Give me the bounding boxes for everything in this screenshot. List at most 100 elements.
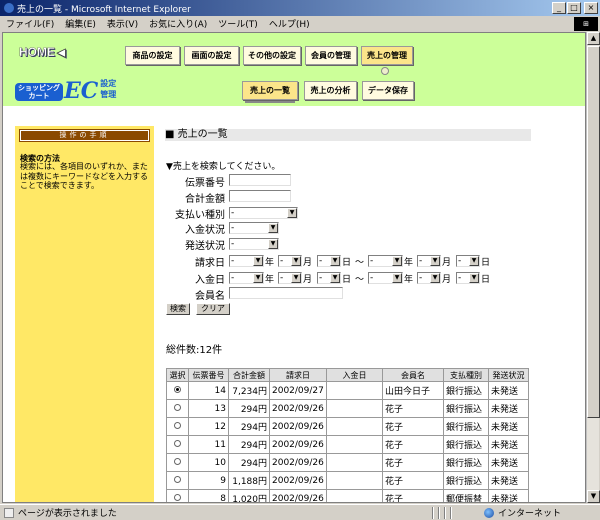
result-count: 総件数:12件 xyxy=(166,345,223,356)
scroll-thumb[interactable] xyxy=(587,46,600,418)
cell-select xyxy=(166,381,189,400)
subnav-sales-list[interactable]: 売上の一覧 xyxy=(242,81,298,100)
search-prompt: ▼売上を検索してください。 xyxy=(166,162,281,172)
chevron-down-icon: ▼ xyxy=(469,256,479,266)
chevron-down-icon: ▼ xyxy=(268,223,278,233)
col-billing: 請求日 xyxy=(269,368,327,382)
unit-month: 月 xyxy=(303,258,313,268)
cell-deposit xyxy=(326,399,383,418)
cell-slip: 13 xyxy=(188,399,229,418)
cell-deposit xyxy=(326,471,383,490)
cell-billing: 2002/09/26 xyxy=(269,435,327,454)
chevron-down-icon: ▼ xyxy=(287,208,297,218)
deposit-to-month-select[interactable]: - ▼ xyxy=(417,272,441,284)
unit-day: 日 xyxy=(342,258,352,268)
row-select-radio[interactable] xyxy=(174,457,181,465)
cell-billing: 2002/09/26 xyxy=(269,471,327,490)
menu-help[interactable]: ヘルプ(H) xyxy=(269,17,310,30)
nav-member-management[interactable]: 会員の管理 xyxy=(305,46,357,65)
menu-view[interactable]: 表示(V) xyxy=(107,17,138,30)
logo-sub-manage: 管理 xyxy=(100,90,117,99)
cell-select xyxy=(166,435,189,454)
cell-billing: 2002/09/26 xyxy=(269,417,327,436)
slip-number-input[interactable] xyxy=(229,174,291,186)
clear-button[interactable]: クリア xyxy=(196,303,230,315)
cell-slip: 8 xyxy=(188,489,229,502)
table-row: 13 294円 2002/09/26 花子 銀行振込 未発送 xyxy=(166,399,529,418)
cell-total: 294円 xyxy=(228,417,270,436)
member-name-input[interactable] xyxy=(229,287,343,299)
cell-payment: 銀行振込 xyxy=(443,381,489,400)
row-select-radio[interactable] xyxy=(174,403,181,411)
col-deposit: 入金日 xyxy=(326,368,383,382)
billing-to-day-select[interactable]: - ▼ xyxy=(456,255,480,267)
nav-screen-settings[interactable]: 画面の設定 xyxy=(184,46,239,65)
subnav-sales-analysis[interactable]: 売上の分析 xyxy=(304,81,357,100)
billing-from-year-select[interactable]: - ▼ xyxy=(229,255,264,267)
row-select-radio[interactable] xyxy=(174,421,181,429)
deposit-to-year-select[interactable]: - ▼ xyxy=(368,272,403,284)
deposit-from-year-select[interactable]: - ▼ xyxy=(229,272,264,284)
table-row: 9 1,188円 2002/09/26 花子 銀行振込 未発送 xyxy=(166,471,529,490)
label-billing-date: 請求日 xyxy=(195,258,225,269)
deposit-to-day-select[interactable]: - ▼ xyxy=(456,272,480,284)
billing-from-month-select[interactable]: - ▼ xyxy=(278,255,302,267)
deposit-from-day-select[interactable]: - ▼ xyxy=(317,272,341,284)
total-amount-input[interactable] xyxy=(229,190,291,202)
payment-type-select[interactable]: - ▼ xyxy=(229,207,298,219)
cell-payment: 郵便振替 xyxy=(443,489,489,502)
minimize-button[interactable]: _ xyxy=(552,2,566,14)
menu-favorites[interactable]: お気に入り(A) xyxy=(149,17,207,30)
search-button[interactable]: 検索 xyxy=(166,303,190,315)
home-button[interactable]: HOME ◀ xyxy=(19,45,66,59)
cell-status: 未発送 xyxy=(488,453,529,472)
label-shipping-status: 発送状況 xyxy=(185,241,225,252)
logo-ec: EC xyxy=(64,78,99,104)
chevron-down-icon: ▼ xyxy=(430,273,440,283)
row-select-radio[interactable] xyxy=(174,475,181,483)
label-slip-number: 伝票番号 xyxy=(185,178,225,189)
logo-sub-settings: 設定 xyxy=(100,79,117,88)
menu-file[interactable]: ファイル(F) xyxy=(6,17,54,30)
billing-to-year-select[interactable]: - ▼ xyxy=(368,255,403,267)
vertical-scrollbar[interactable]: ▲ ▼ xyxy=(586,32,600,503)
table-row: 11 294円 2002/09/26 花子 銀行振込 未発送 xyxy=(166,435,529,454)
cell-payment: 銀行振込 xyxy=(443,435,489,454)
cell-deposit xyxy=(326,381,383,400)
row-select-radio[interactable] xyxy=(174,385,181,393)
cell-status: 未発送 xyxy=(488,381,529,400)
close-button[interactable]: × xyxy=(584,2,598,14)
shipping-status-select[interactable]: - ▼ xyxy=(229,238,279,250)
unit-year: 年 xyxy=(265,258,275,268)
nav-connector-dot xyxy=(381,67,389,75)
sidebar-text: 検索には、各項目のいずれか、または複数にキーワードなどを入力することで検索できま… xyxy=(20,162,148,190)
cell-total: 7,234円 xyxy=(228,381,270,400)
status-bar: ページが表示されました インターネット xyxy=(0,504,600,520)
table-row: 10 294円 2002/09/26 花子 銀行振込 未発送 xyxy=(166,453,529,472)
billing-to-month-select[interactable]: - ▼ xyxy=(417,255,441,267)
row-select-radio[interactable] xyxy=(174,439,181,447)
cell-slip: 11 xyxy=(188,435,229,454)
cell-select xyxy=(166,471,189,490)
nav-other-settings[interactable]: その他の設定 xyxy=(243,46,301,65)
billing-from-day-select[interactable]: - ▼ xyxy=(317,255,341,267)
deposit-from-month-select[interactable]: - ▼ xyxy=(278,272,302,284)
cell-member: 花子 xyxy=(382,399,444,418)
cell-payment: 銀行振込 xyxy=(443,471,489,490)
chevron-down-icon: ▼ xyxy=(330,273,340,283)
windows-logo-icon: ⊞ xyxy=(574,17,598,31)
nav-sales-management[interactable]: 売上の管理 xyxy=(361,46,413,65)
scroll-down-icon[interactable]: ▼ xyxy=(587,490,600,503)
menu-edit[interactable]: 編集(E) xyxy=(65,17,96,30)
menu-tools[interactable]: ツール(T) xyxy=(218,17,258,30)
deposit-status-select[interactable]: - ▼ xyxy=(229,222,279,234)
maximize-button[interactable]: □ xyxy=(567,2,581,14)
chevron-down-icon: ▼ xyxy=(330,256,340,266)
range-tilde: ～ xyxy=(355,258,365,268)
col-select: 選択 xyxy=(166,368,189,382)
nav-product-settings[interactable]: 商品の設定 xyxy=(125,46,180,65)
subnav-data-save[interactable]: データ保存 xyxy=(362,81,414,100)
row-select-radio[interactable] xyxy=(174,493,181,501)
scroll-up-icon[interactable]: ▲ xyxy=(587,32,600,45)
chevron-down-icon: ▼ xyxy=(392,256,402,266)
